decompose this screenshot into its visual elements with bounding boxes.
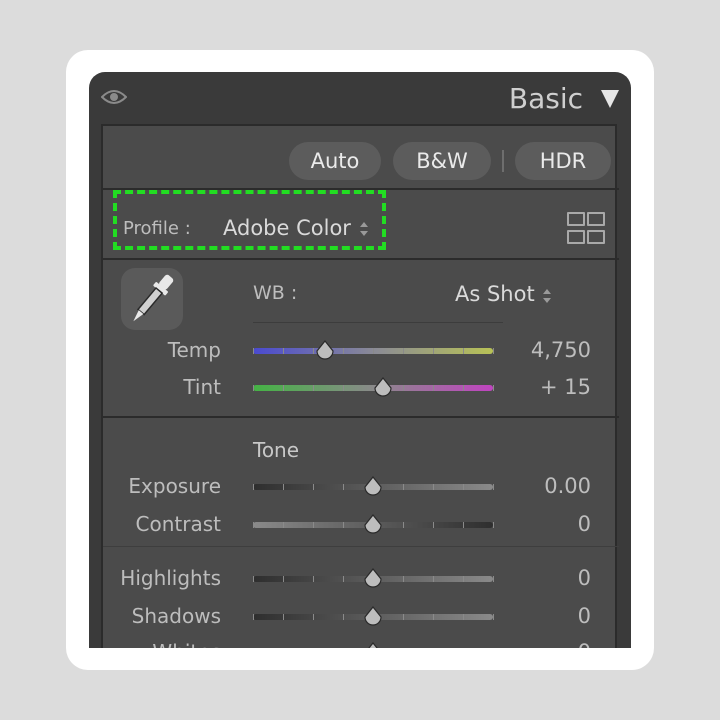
highlights-value[interactable]: 0 <box>578 566 591 590</box>
bw-button[interactable]: B&W <box>393 142 491 180</box>
slider-tick <box>403 614 404 620</box>
slider-tick <box>493 614 494 620</box>
slider-tick <box>343 484 344 490</box>
panel-title: Basic <box>508 82 583 115</box>
basic-panel: Basic Auto B&W HDR Profile : Adobe Color <box>89 72 631 648</box>
slider-tick <box>433 614 434 620</box>
temp-slider-thumb[interactable] <box>314 340 336 362</box>
slider-tick <box>343 576 344 582</box>
tint-label: Tint <box>183 375 221 399</box>
slider-tick <box>433 484 434 490</box>
slider-tick <box>463 522 464 528</box>
shadows-slider-thumb[interactable] <box>362 606 384 628</box>
wb-dropdown[interactable]: As Shot <box>455 282 535 306</box>
eye-icon[interactable] <box>101 88 127 106</box>
slider-tick <box>253 484 254 490</box>
slider-tick <box>493 385 494 391</box>
slider-tick <box>373 348 374 354</box>
contrast-label: Contrast <box>135 512 221 536</box>
slider-tick <box>493 576 494 582</box>
slider-tick <box>463 348 464 354</box>
contrast-slider-thumb[interactable] <box>362 514 384 536</box>
whites-label: Whites <box>152 640 221 648</box>
slider-tick <box>433 522 434 528</box>
tone-header: Tone <box>253 438 300 462</box>
slider-tick <box>433 385 434 391</box>
slider-tick <box>493 348 494 354</box>
slider-tick <box>493 484 494 490</box>
slider-tick <box>253 576 254 582</box>
slider-tick <box>283 614 284 620</box>
toolbar-divider <box>502 150 504 172</box>
slider-tick <box>463 614 464 620</box>
slider-tick <box>283 385 284 391</box>
slider-tick <box>463 484 464 490</box>
tint-slider-thumb[interactable] <box>372 377 394 399</box>
panel-body: Auto B&W HDR Profile : Adobe Color WB: … <box>101 124 619 648</box>
exposure-value[interactable]: 0.00 <box>544 474 591 498</box>
profile-label: Profile : <box>123 218 191 239</box>
slider-tick <box>283 484 284 490</box>
slider-tick <box>283 348 284 354</box>
profile-browser-grid-icon[interactable] <box>567 212 605 244</box>
slider-tick <box>433 348 434 354</box>
divider <box>103 546 619 547</box>
slider-tick <box>253 385 254 391</box>
exposure-label: Exposure <box>128 474 221 498</box>
eyedropper-icon <box>133 274 174 322</box>
slider-tick <box>283 522 284 528</box>
tint-value[interactable]: + 15 <box>540 375 591 399</box>
white-balance-selector-button[interactable] <box>121 268 183 330</box>
whites-value[interactable]: 0 <box>578 640 591 648</box>
highlights-label: Highlights <box>120 566 221 590</box>
exposure-slider-thumb[interactable] <box>362 476 384 498</box>
wb-label: WB : <box>253 282 298 304</box>
temp-slider-ticks <box>253 348 494 354</box>
temp-label: Temp <box>167 338 221 362</box>
slider-tick <box>463 385 464 391</box>
slider-tick <box>343 614 344 620</box>
slider-tick <box>283 576 284 582</box>
slider-tick <box>343 385 344 391</box>
temp-value[interactable]: 4,750 <box>531 338 591 362</box>
collapse-triangle-icon[interactable] <box>601 90 619 108</box>
slider-tick <box>313 614 314 620</box>
slider-tick <box>313 522 314 528</box>
slider-tick <box>313 484 314 490</box>
auto-button[interactable]: Auto <box>289 142 381 180</box>
slider-tick <box>253 348 254 354</box>
slider-tick <box>403 484 404 490</box>
profile-dropdown[interactable]: Adobe Color <box>223 216 351 240</box>
slider-tick <box>403 522 404 528</box>
slider-tick <box>403 348 404 354</box>
divider <box>103 258 619 260</box>
profile-dropdown-arrows-icon[interactable] <box>360 222 368 236</box>
shadows-label: Shadows <box>131 604 221 628</box>
slider-tick <box>313 576 314 582</box>
wb-dropdown-arrows-icon[interactable] <box>543 289 551 303</box>
divider <box>103 416 619 418</box>
contrast-value[interactable]: 0 <box>578 512 591 536</box>
whites-slider-thumb[interactable] <box>362 642 384 648</box>
slider-tick <box>403 385 404 391</box>
slider-tick <box>343 348 344 354</box>
hdr-button[interactable]: HDR <box>515 142 611 180</box>
slider-tick <box>343 522 344 528</box>
slider-tick <box>253 522 254 528</box>
shadows-value[interactable]: 0 <box>578 604 591 628</box>
wb-underline <box>253 322 503 323</box>
slider-tick <box>403 576 404 582</box>
slider-tick <box>253 614 254 620</box>
slider-tick <box>313 385 314 391</box>
slider-tick <box>463 576 464 582</box>
highlights-slider-thumb[interactable] <box>362 568 384 590</box>
slider-tick <box>433 576 434 582</box>
slider-tick <box>493 522 494 528</box>
